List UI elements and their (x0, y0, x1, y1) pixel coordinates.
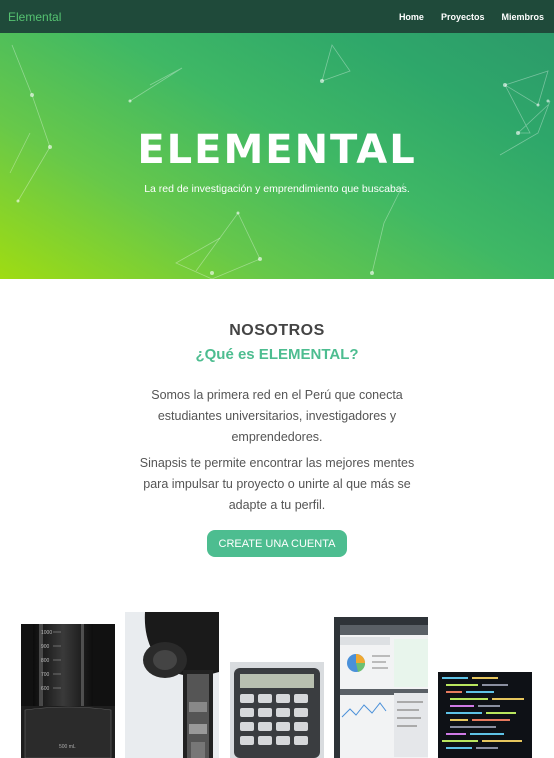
top-navbar: Elemental Home Proyectos Miembros (0, 0, 554, 33)
beaker-volume-label: 500 mL (59, 744, 76, 750)
nav-links: Home Proyectos Miembros (382, 12, 544, 22)
nav-link-miembros[interactable]: Miembros (501, 12, 544, 22)
scale-label-900: 900 (41, 644, 50, 650)
hero-banner: ELEMENTAL La red de investigación y empr… (0, 33, 554, 279)
create-account-button[interactable]: CREATE UNA CUENTA (207, 530, 347, 557)
code-editor-photo (438, 672, 532, 758)
hero-subtitle: La red de investigación y emprendimiento… (144, 183, 410, 195)
calculator-photo (230, 662, 324, 758)
scale-label-800: 800 (41, 658, 50, 664)
scale-label-600: 600 (41, 686, 50, 692)
graduated-cylinder-photo: 1000 900 800 700 600 500 mL (21, 624, 115, 758)
microscope-photo (125, 612, 219, 758)
section-kicker: NOSOTROS (229, 322, 325, 339)
about-paragraph-2: Sinapsis te permite encontrar las mejore… (139, 456, 415, 512)
scale-label-1000: 1000 (41, 630, 52, 636)
nav-link-proyectos[interactable]: Proyectos (441, 12, 485, 22)
brand-logo-link[interactable]: Elemental (8, 10, 61, 24)
about-paragraph-1: Somos la primera red en el Perú que cone… (151, 388, 403, 444)
hero-title: ELEMENTAL (137, 127, 417, 173)
analytics-dashboard-photo (334, 617, 428, 758)
section-title: ¿Qué es ELEMENTAL? (195, 346, 359, 363)
nav-link-home[interactable]: Home (399, 12, 424, 22)
scale-label-700: 700 (41, 672, 50, 678)
